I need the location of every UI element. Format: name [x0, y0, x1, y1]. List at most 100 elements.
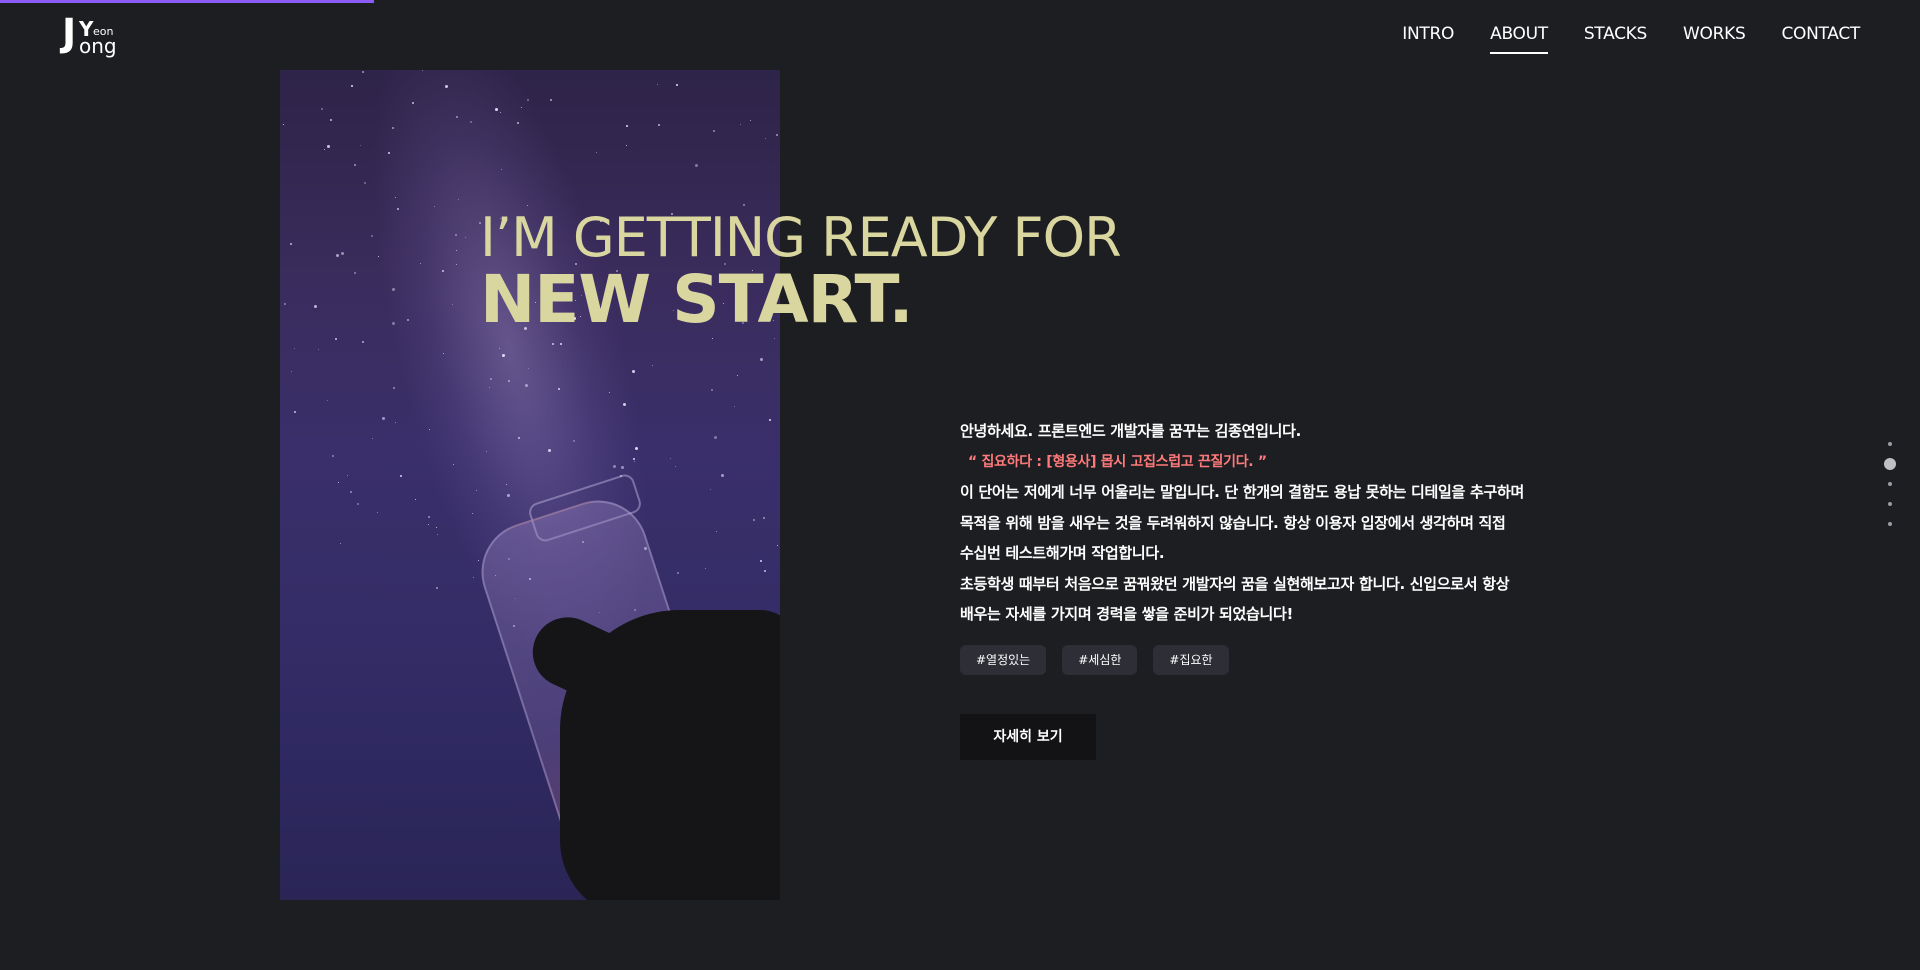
view-more-button[interactable]: 자세히 보기	[960, 714, 1096, 760]
star	[329, 119, 332, 122]
star	[360, 144, 362, 146]
star	[362, 70, 365, 73]
star	[442, 352, 444, 354]
hand-silhouette	[560, 610, 780, 900]
about-line-2: 목적을 위해 밤을 새우는 것을 두려워하지 않습니다. 항상 이용자 입장에서…	[960, 513, 1506, 532]
star	[675, 83, 678, 86]
star	[711, 388, 714, 391]
about-intro: 안녕하세요. 프론트엔드 개발자를 꿈꾸는 김종연입니다.	[960, 422, 1301, 440]
star	[508, 379, 511, 382]
star	[314, 304, 318, 308]
section-dot-nav	[1884, 442, 1896, 532]
star	[339, 543, 341, 545]
star	[716, 531, 718, 533]
star	[347, 475, 348, 477]
star	[506, 493, 510, 497]
star	[356, 502, 359, 505]
star	[341, 252, 345, 256]
star	[435, 586, 438, 589]
star	[517, 121, 520, 124]
nav-intro[interactable]: INTRO	[1402, 24, 1454, 54]
star	[739, 124, 741, 126]
star	[427, 516, 430, 519]
star	[777, 545, 779, 547]
star	[710, 488, 712, 490]
nav-about[interactable]: ABOUT	[1490, 24, 1548, 54]
star	[354, 271, 357, 274]
nav-works[interactable]: WORKS	[1683, 24, 1746, 54]
logo-text-ong: ong	[79, 34, 117, 58]
about-line-4: 초등학생 때부터 처음으로 꿈꿔왔던 개발자의 꿈을 실현해보고자 합니다. 신…	[960, 574, 1510, 593]
star	[712, 337, 713, 339]
star	[759, 358, 763, 362]
star	[282, 123, 284, 125]
star	[494, 107, 498, 111]
nav-contact[interactable]: CONTACT	[1781, 24, 1860, 54]
star	[705, 567, 707, 569]
star	[760, 559, 763, 562]
logo[interactable]: J Y eon ong	[62, 14, 122, 58]
star	[752, 519, 755, 522]
star	[323, 149, 325, 151]
star	[289, 243, 292, 246]
star	[452, 464, 454, 466]
star	[625, 144, 627, 146]
star	[290, 370, 292, 372]
hero-headline: I’M GETTING READY FOR NEW START.	[480, 206, 1122, 338]
star	[749, 120, 751, 122]
star	[675, 466, 677, 468]
hero-photo-starry-jar	[280, 70, 780, 900]
star	[558, 387, 561, 390]
star	[381, 417, 385, 421]
star	[769, 418, 772, 421]
headline-line-1: I’M GETTING READY FOR	[480, 206, 1122, 269]
star	[489, 378, 492, 381]
star	[658, 123, 661, 126]
star	[733, 405, 735, 407]
main-nav: INTRO ABOUT STACKS WORKS CONTACT	[1402, 24, 1860, 54]
about-line-5: 배우는 자세를 가지며 경력을 쌓을 준비가 되었습니다!	[960, 605, 1294, 623]
star	[318, 349, 320, 351]
star	[547, 448, 551, 452]
star	[338, 482, 340, 484]
section-dot-5[interactable]	[1888, 522, 1892, 526]
star	[326, 144, 330, 148]
star	[452, 303, 454, 305]
star	[764, 137, 766, 139]
star	[427, 523, 429, 525]
star	[737, 375, 739, 377]
star	[612, 464, 616, 468]
star	[620, 466, 624, 470]
about-quote: “ 집요하다 : [형용사] 몹시 고집스럽고 끈질기다. ”	[968, 453, 1267, 470]
star	[293, 411, 296, 414]
star	[332, 454, 335, 457]
tag-persistent: #집요한	[1153, 645, 1229, 675]
headline-line-2: NEW START.	[480, 260, 914, 338]
star	[334, 337, 337, 340]
star	[712, 129, 715, 132]
star	[283, 303, 286, 306]
nav-stacks[interactable]: STACKS	[1584, 24, 1648, 54]
section-dot-1[interactable]	[1888, 442, 1892, 446]
star	[391, 126, 394, 129]
section-dot-2-active[interactable]	[1884, 458, 1896, 470]
section-dot-3[interactable]	[1888, 482, 1892, 486]
star	[371, 438, 373, 440]
star	[400, 474, 402, 477]
star	[657, 83, 659, 85]
star	[437, 534, 439, 536]
about-text: 안녕하세요. 프론트엔드 개발자를 꿈꾸는 김종연입니다. “ 집요하다 : […	[960, 416, 1560, 630]
section-dot-4[interactable]	[1888, 502, 1892, 506]
tag-passionate: #열정있는	[960, 645, 1047, 675]
star	[651, 365, 653, 367]
about-line-1: 이 단어는 저에게 너무 어울리는 말입니다. 단 한개의 결함도 용납 못하는…	[960, 483, 1524, 501]
star	[633, 460, 635, 462]
star	[349, 490, 352, 493]
star	[394, 196, 396, 198]
star	[457, 198, 459, 200]
star	[596, 151, 598, 153]
star	[714, 436, 718, 440]
star	[361, 341, 364, 344]
star	[393, 386, 396, 389]
star	[505, 483, 507, 485]
